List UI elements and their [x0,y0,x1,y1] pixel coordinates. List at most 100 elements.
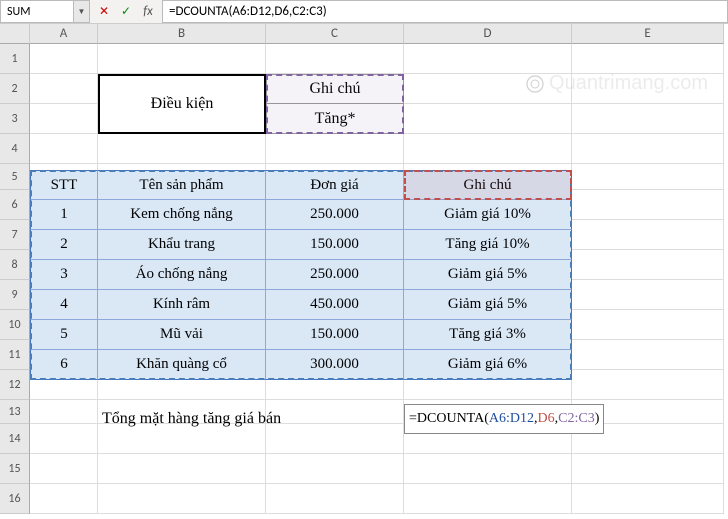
cell-E3[interactable] [572,104,724,134]
table-cell[interactable]: Giảm giá 6% [404,350,572,380]
cell-E10[interactable] [572,310,724,340]
row-header-4[interactable]: 4 [0,134,30,164]
cell-A15[interactable] [30,454,98,484]
table-cell[interactable]: 5 [30,320,98,350]
table-cell[interactable]: 300.000 [266,350,404,380]
table-cell[interactable]: 4 [30,290,98,320]
cell-B15[interactable] [98,454,266,484]
row-header-2[interactable]: 2 [0,74,30,104]
col-header-A[interactable]: A [30,24,98,44]
row-header-7[interactable]: 7 [0,220,30,250]
cell-D15[interactable] [404,454,572,484]
table-cell[interactable]: 1 [30,200,98,230]
table-cell[interactable]: STT [30,170,98,200]
cell-E8[interactable] [572,250,724,280]
row-header-6[interactable]: 6 [0,190,30,220]
confirm-icon[interactable]: ✓ [116,2,136,22]
row-header-13[interactable]: 13 [0,400,30,424]
table-cell[interactable]: Mũ vải [98,320,266,350]
col-header-D[interactable]: D [404,24,572,44]
name-box[interactable]: SUM [0,0,74,23]
cell-D4[interactable] [404,134,572,164]
fx-icon[interactable]: fx [138,2,158,22]
cell-A16[interactable] [30,484,98,514]
cell-E11[interactable] [572,340,724,370]
row-header-12[interactable]: 12 [0,370,30,400]
cell-A13[interactable] [30,400,98,424]
col-header-B[interactable]: B [98,24,266,44]
cell-E15[interactable] [572,454,724,484]
data-table: STTTên sản phẩmĐơn giáGhi chú 1Kem chống … [30,170,572,380]
row-header-10[interactable]: 10 [0,310,30,340]
table-cell[interactable]: Tăng giá 10% [404,230,572,260]
cell-B4[interactable] [98,134,266,164]
row-header-3[interactable]: 3 [0,104,30,134]
table-cell[interactable]: Áo chống nắng [98,260,266,290]
cell-E16[interactable] [572,484,724,514]
criteria-header-cell[interactable]: Ghi chú [266,74,404,104]
criteria-value-cell[interactable]: Tăng* [266,104,404,134]
row-header-1[interactable]: 1 [0,44,30,74]
cell-B16[interactable] [98,484,266,514]
cell-E7[interactable] [572,220,724,250]
cell-D16[interactable] [404,484,572,514]
cell-C16[interactable] [266,484,404,514]
cell-C4[interactable] [266,134,404,164]
criteria-label-cell[interactable]: Điều kiện [98,74,266,134]
row-header-8[interactable]: 8 [0,250,30,280]
cell-E5[interactable] [572,164,724,190]
cell-C15[interactable] [266,454,404,484]
table-cell[interactable]: Tăng giá 3% [404,320,572,350]
cell-E2[interactable] [572,74,724,104]
summary-label-cell[interactable]: Tổng mặt hàng tăng giá bán [98,404,404,434]
row-header-15[interactable]: 15 [0,454,30,484]
col-header-C[interactable]: C [266,24,404,44]
cancel-icon[interactable]: ✕ [94,2,114,22]
table-cell[interactable]: 250.000 [266,200,404,230]
cell-D3[interactable] [404,104,572,134]
table-cell[interactable]: 150.000 [266,230,404,260]
cell-A4[interactable] [30,134,98,164]
cell-B1[interactable] [98,44,266,74]
cell-E12[interactable] [572,370,724,400]
table-cell[interactable]: Giảm giá 10% [404,200,572,230]
col-header-E[interactable]: E [572,24,724,44]
active-cell-D14[interactable]: =DCOUNTA(A6:D12,D6,C2:C3) [404,404,604,434]
table-cell[interactable]: 3 [30,260,98,290]
table-cell[interactable]: Khẩu trang [98,230,266,260]
table-cell[interactable]: Kính râm [98,290,266,320]
row-header-14[interactable]: 14 [0,424,30,454]
cell-E9[interactable] [572,280,724,310]
table-cell[interactable]: 150.000 [266,320,404,350]
cell-A14[interactable] [30,424,98,454]
cell-D2[interactable] [404,74,572,104]
table-cell[interactable]: Tên sản phẩm [98,170,266,200]
cell-A3[interactable] [30,104,98,134]
table-cell[interactable]: Ghi chú [404,170,572,200]
table-cell[interactable]: 250.000 [266,260,404,290]
name-box-dropdown[interactable]: ▼ [74,0,90,23]
cell-E1[interactable] [572,44,724,74]
cell-D1[interactable] [404,44,572,74]
table-cell[interactable]: Khăn quàng cổ [98,350,266,380]
table-cell[interactable]: Đơn giá [266,170,404,200]
table-cell[interactable]: 2 [30,230,98,260]
table-cell[interactable]: Giảm giá 5% [404,260,572,290]
table-cell[interactable]: 6 [30,350,98,380]
table-cell[interactable]: 450.000 [266,290,404,320]
select-all-corner[interactable] [0,24,30,44]
row-header-5[interactable]: 5 [0,164,30,190]
row-header-9[interactable]: 9 [0,280,30,310]
cell-A2[interactable] [30,74,98,104]
table-cell[interactable]: Giảm giá 5% [404,290,572,320]
row-header-16[interactable]: 16 [0,484,30,514]
cell-C1[interactable] [266,44,404,74]
cell-A1[interactable] [30,44,98,74]
cell-E6[interactable] [572,190,724,220]
table-cell[interactable]: Kem chống nắng [98,200,266,230]
formula-bar[interactable]: =DCOUNTA(A6:D12,D6,C2:C3) [162,0,728,23]
row-header-11[interactable]: 11 [0,340,30,370]
cell-E4[interactable] [572,134,724,164]
spreadsheet-grid[interactable]: A B C D E 12345678910111213141516 Điều k… [0,24,728,514]
criteria-value-text: Tăng* [315,110,356,128]
